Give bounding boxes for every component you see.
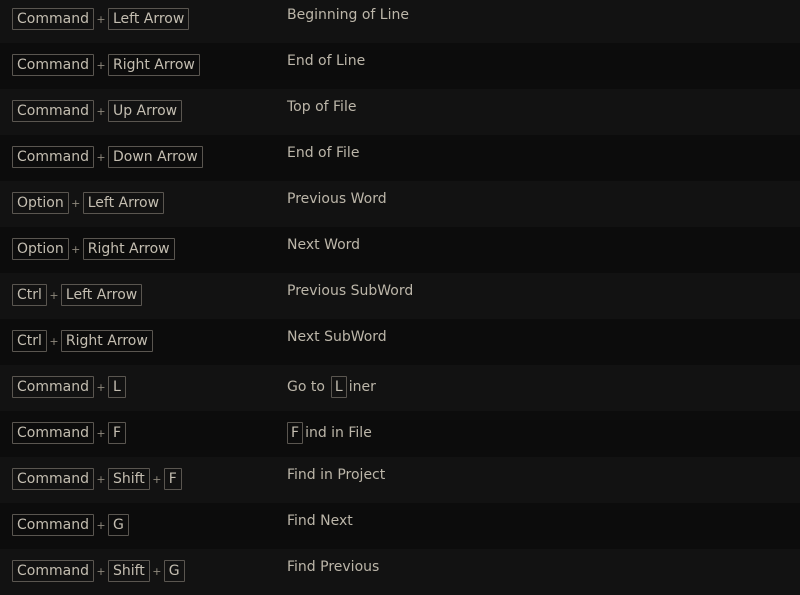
shortcut-action: Next Word	[287, 237, 361, 253]
plus-separator: +	[96, 150, 106, 164]
plus-separator: +	[96, 564, 106, 578]
plus-separator: +	[96, 104, 106, 118]
shortcut-action: Find in Project	[287, 467, 386, 483]
plus-separator: +	[96, 380, 106, 394]
action-suffix: ind in File	[305, 425, 372, 441]
plus-separator: +	[96, 518, 106, 532]
key-combo: Command + L	[12, 376, 126, 398]
shortcut-row: Command + Right Arrow End of Line	[0, 43, 800, 89]
keycap: Command	[12, 560, 94, 582]
keycap: Right Arrow	[107, 54, 200, 76]
inline-keycap: F	[287, 422, 304, 444]
keycap: G	[107, 514, 129, 536]
shortcut-row: Command + Left Arrow Beginning of Line	[0, 0, 800, 43]
key-combo: Command + Up Arrow	[12, 100, 183, 122]
keycap: Option	[12, 192, 69, 214]
shortcut-row: Ctrl + Right Arrow Next SubWord	[0, 319, 800, 365]
shortcut-action: F ind in File	[287, 422, 372, 444]
inline-keycap: L	[330, 376, 347, 398]
key-combo: Command + Left Arrow	[12, 8, 190, 30]
key-combo: Option + Right Arrow	[12, 238, 175, 260]
key-combo: Ctrl + Right Arrow	[12, 330, 153, 352]
key-combo: Command + Right Arrow	[12, 54, 200, 76]
shortcut-row: Option + Right Arrow Next Word	[0, 227, 800, 273]
shortcut-action: Previous Word	[287, 191, 387, 207]
keycap: Command	[12, 422, 94, 444]
keycap: Right Arrow	[82, 238, 175, 260]
keycap: Left Arrow	[60, 284, 143, 306]
keycap: F	[107, 422, 127, 444]
shortcut-action: End of File	[287, 145, 360, 161]
keycap: Option	[12, 238, 69, 260]
key-combo: Command + Shift + F	[12, 468, 182, 490]
shortcut-action: Next SubWord	[287, 329, 387, 345]
plus-separator: +	[71, 196, 81, 210]
shortcut-row: Ctrl + Left Arrow Previous SubWord	[0, 273, 800, 319]
keycap: G	[163, 560, 185, 582]
plus-separator: +	[96, 58, 106, 72]
keycap: Left Arrow	[82, 192, 165, 214]
keycap: Command	[12, 514, 94, 536]
shortcut-action: Find Previous	[287, 559, 380, 575]
shortcut-action: Go to L iner	[287, 376, 376, 398]
key-combo: Command + Down Arrow	[12, 146, 203, 168]
shortcut-row: Option + Left Arrow Previous Word	[0, 181, 800, 227]
keycap: Right Arrow	[60, 330, 153, 352]
shortcut-row: Command + L Go to L iner	[0, 365, 800, 411]
shortcut-list: Command + Left Arrow Beginning of Line C…	[0, 0, 800, 595]
plus-separator: +	[71, 242, 81, 256]
keycap: Up Arrow	[107, 100, 183, 122]
keycap: Ctrl	[12, 284, 47, 306]
shortcut-row: Command + G Find Next	[0, 503, 800, 549]
keycap: F	[163, 468, 182, 490]
key-combo: Command + F	[12, 422, 127, 444]
keycap: Command	[12, 146, 94, 168]
plus-separator: +	[96, 12, 106, 26]
keycap: Ctrl	[12, 330, 47, 352]
shortcut-action: Find Next	[287, 513, 353, 529]
keycap: L	[107, 376, 126, 398]
action-suffix: iner	[348, 379, 376, 395]
keycap: Command	[12, 376, 94, 398]
keycap: Command	[12, 8, 94, 30]
plus-separator: +	[152, 472, 162, 486]
keycap: Down Arrow	[107, 146, 203, 168]
shortcut-action: End of Line	[287, 53, 366, 69]
key-combo: Option + Left Arrow	[12, 192, 165, 214]
shortcut-action: Top of File	[287, 99, 357, 115]
keycap: Command	[12, 100, 94, 122]
shortcut-row: Command + Down Arrow End of File	[0, 135, 800, 181]
keycap: Left Arrow	[107, 8, 190, 30]
action-prefix: Go to	[287, 379, 325, 395]
keycap: Command	[12, 468, 94, 490]
plus-separator: +	[152, 564, 162, 578]
plus-separator: +	[49, 288, 59, 302]
shortcut-row: Command + F F ind in File	[0, 411, 800, 457]
plus-separator: +	[96, 472, 106, 486]
plus-separator: +	[49, 334, 59, 348]
keycap: Command	[12, 54, 94, 76]
shortcut-row: Command + Up Arrow Top of File	[0, 89, 800, 135]
key-combo: Ctrl + Left Arrow	[12, 284, 143, 306]
keycap: Shift	[107, 560, 150, 582]
shortcut-action: Beginning of Line	[287, 7, 409, 23]
keycap: Shift	[107, 468, 150, 490]
key-combo: Command + Shift + G	[12, 560, 185, 582]
shortcut-action: Previous SubWord	[287, 283, 414, 299]
key-combo: Command + G	[12, 514, 129, 536]
plus-separator: +	[96, 426, 106, 440]
shortcut-row: Command + Shift + G Find Previous	[0, 549, 800, 595]
shortcut-row: Command + Shift + F Find in Project	[0, 457, 800, 503]
